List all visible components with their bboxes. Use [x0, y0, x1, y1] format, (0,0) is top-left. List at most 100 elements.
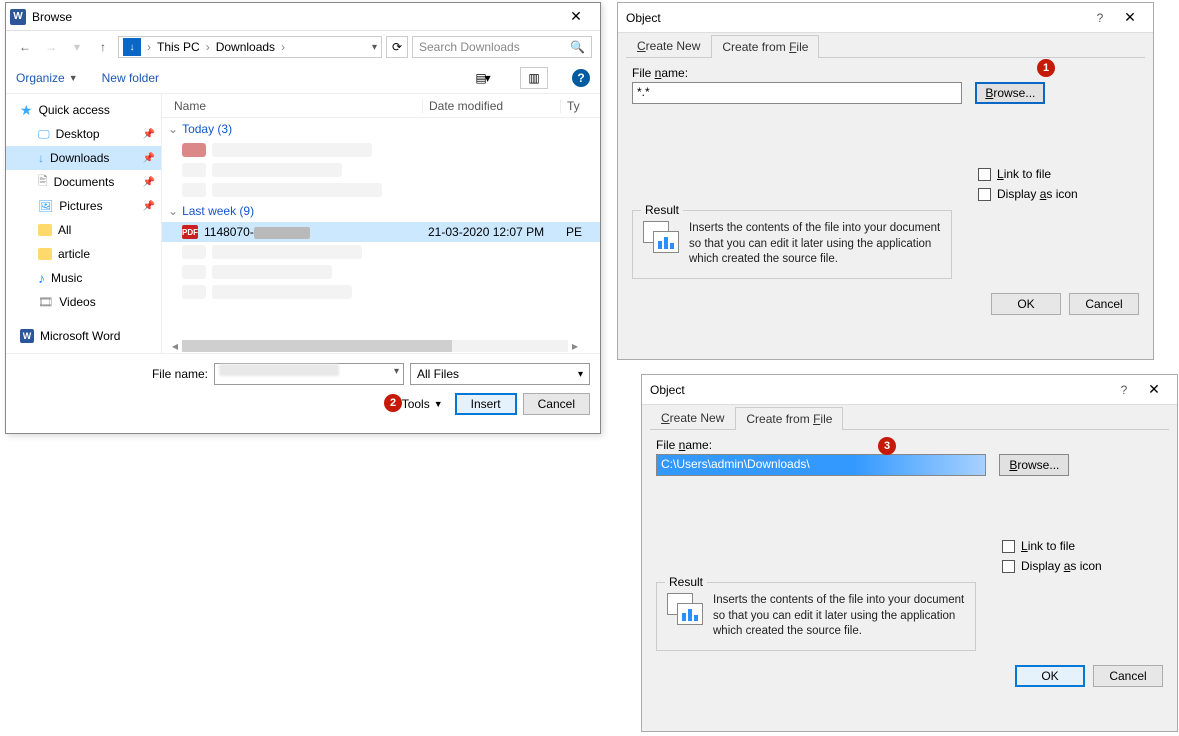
- display-as-icon-checkbox[interactable]: Display as icon: [1002, 556, 1163, 576]
- sidebar-item-documents[interactable]: 🖹 Documents 📌: [6, 170, 161, 194]
- tab-create-new[interactable]: Create New: [650, 406, 735, 429]
- tabs: CCreate Newreate New Create from File: [618, 33, 1153, 57]
- close-button[interactable]: ✕: [1139, 381, 1169, 398]
- sidebar-item-quick-access[interactable]: ★ Quick access: [6, 98, 161, 122]
- search-placeholder: Search Downloads: [419, 40, 520, 54]
- browse-button[interactable]: Browse...: [999, 454, 1069, 476]
- downloads-path-icon: ↓: [123, 38, 141, 56]
- object-title: Object: [626, 11, 1085, 25]
- sidebar-item-article[interactable]: article: [6, 242, 161, 266]
- browse-titlebar: W Browse ✕: [6, 3, 600, 31]
- sidebar-item-desktop[interactable]: 🖵 Desktop 📌: [6, 122, 161, 146]
- recent-dropdown[interactable]: ▾: [66, 36, 88, 58]
- file-type-select[interactable]: All Files ▾: [410, 363, 590, 385]
- sidebar-item-label: Downloads: [50, 151, 109, 165]
- object-body: File name: *.* Browse... Link to file Di…: [618, 58, 1153, 283]
- help-button[interactable]: ?: [1109, 383, 1139, 397]
- horizontal-scrollbar[interactable]: ◂ ▸: [168, 339, 582, 353]
- tab-create-from-file[interactable]: Create from File: [735, 407, 843, 430]
- display-as-icon-checkbox[interactable]: Display as icon: [978, 184, 1139, 204]
- back-button[interactable]: ←: [14, 36, 36, 58]
- browse-button[interactable]: Browse...: [975, 82, 1045, 104]
- tab-create-from-file[interactable]: Create from File: [711, 35, 819, 58]
- file-name-combo[interactable]: [214, 363, 404, 385]
- address-bar[interactable]: ↓ › This PC › Downloads › ▾: [118, 36, 382, 58]
- sidebar-item-label: All: [58, 223, 71, 237]
- sidebar-item-all[interactable]: All: [6, 218, 161, 242]
- col-name[interactable]: Name: [162, 99, 422, 113]
- col-date[interactable]: Date modified: [422, 99, 560, 113]
- scroll-right-icon[interactable]: ▸: [568, 339, 582, 353]
- sidebar-item-downloads[interactable]: ↓ Downloads 📌: [6, 146, 161, 170]
- videos-icon: 🎞: [38, 295, 53, 309]
- folder-icon: [38, 248, 52, 260]
- dialog-buttons: OK Cancel: [618, 283, 1153, 327]
- scroll-track[interactable]: [182, 340, 568, 352]
- help-button[interactable]: ?: [1085, 11, 1115, 25]
- sidebar-item-music[interactable]: ♪ Music: [6, 266, 161, 290]
- sidebar-item-pictures[interactable]: 🖼 Pictures 📌: [6, 194, 161, 218]
- file-name-label: File name:: [656, 438, 1163, 452]
- file-row-blurred[interactable]: [162, 282, 600, 302]
- search-input[interactable]: Search Downloads 🔍: [412, 36, 592, 58]
- cancel-button[interactable]: Cancel: [523, 393, 590, 415]
- pdf-icon: PDF: [182, 225, 198, 239]
- file-row-selected[interactable]: PDF 1148070- 21-03-2020 12:07 PM PE: [162, 222, 600, 242]
- file-row-blurred[interactable]: [162, 180, 600, 200]
- column-headers: Name Date modified Ty: [162, 94, 600, 118]
- result-icon: [643, 221, 681, 255]
- file-name-label: File name:: [88, 367, 208, 381]
- cancel-button[interactable]: Cancel: [1069, 293, 1139, 315]
- group-label: Last week (9): [182, 204, 254, 218]
- preview-pane-button[interactable]: ▥: [520, 67, 548, 89]
- cancel-button[interactable]: Cancel: [1093, 665, 1163, 687]
- scroll-thumb[interactable]: [182, 340, 452, 352]
- result-legend: Result: [641, 203, 683, 217]
- link-to-file-checkbox[interactable]: Link to file: [1002, 536, 1163, 556]
- sidebar-item-label: Videos: [59, 295, 95, 309]
- new-folder-button[interactable]: New folder: [102, 71, 159, 85]
- up-button[interactable]: ↑: [92, 36, 114, 58]
- help-icon[interactable]: ?: [572, 69, 590, 87]
- sidebar-item-word[interactable]: W Microsoft Word: [6, 324, 161, 348]
- file-row-blurred[interactable]: [162, 160, 600, 180]
- tab-create-new[interactable]: CCreate Newreate New: [626, 34, 711, 57]
- sidebar-item-videos[interactable]: 🎞 Videos: [6, 290, 161, 314]
- close-button[interactable]: ✕: [1115, 9, 1145, 26]
- crumb-downloads[interactable]: Downloads: [216, 40, 275, 54]
- group-last-week[interactable]: ⌄ Last week (9): [162, 200, 600, 222]
- sidebar-item-label: Quick access: [39, 103, 110, 117]
- tabs: Create New Create from File: [642, 405, 1177, 429]
- crumb-this-pc[interactable]: This PC: [157, 40, 200, 54]
- file-row-blurred[interactable]: [162, 262, 600, 282]
- organize-menu[interactable]: Organize▼: [16, 71, 78, 85]
- file-row-blurred[interactable]: [162, 140, 600, 160]
- ok-button[interactable]: OK: [991, 293, 1061, 315]
- music-icon: ♪: [38, 270, 45, 286]
- group-today[interactable]: ⌄ Today (3): [162, 118, 600, 140]
- chevron-down-icon: ⌄: [168, 204, 178, 218]
- browse-footer: File name: All Files ▾ Tools▼ Insert Can…: [6, 353, 600, 426]
- browse-body: ★ Quick access 🖵 Desktop 📌 ↓ Downloads 📌…: [6, 93, 600, 353]
- tools-menu[interactable]: Tools▼: [402, 397, 443, 411]
- forward-button[interactable]: →: [40, 36, 62, 58]
- file-type-value: All Files: [417, 367, 459, 381]
- ok-button[interactable]: OK: [1015, 665, 1085, 687]
- link-to-file-checkbox[interactable]: Link to file: [978, 164, 1139, 184]
- refresh-button[interactable]: ⟳: [386, 36, 408, 58]
- file-name-input[interactable]: C:\Users\admin\Downloads\: [656, 454, 986, 476]
- insert-button[interactable]: Insert: [455, 393, 517, 415]
- file-name-input[interactable]: *.*: [632, 82, 962, 104]
- sidebar-item-label: article: [58, 247, 90, 261]
- col-type[interactable]: Ty: [560, 99, 600, 113]
- nav-row: ← → ▾ ↑ ↓ › This PC › Downloads › ▾ ⟳ Se…: [6, 31, 600, 63]
- file-row-blurred[interactable]: [162, 242, 600, 262]
- scroll-left-icon[interactable]: ◂: [168, 339, 182, 353]
- close-button[interactable]: ✕: [556, 3, 596, 30]
- folder-icon: [38, 224, 52, 236]
- object-title: Object: [650, 383, 1109, 397]
- annotation-marker-1: 1: [1037, 59, 1055, 77]
- address-dropdown-icon[interactable]: ▾: [372, 42, 377, 53]
- view-details-button[interactable]: ▤▾: [468, 67, 496, 89]
- quick-access-star-icon: ★: [20, 102, 33, 119]
